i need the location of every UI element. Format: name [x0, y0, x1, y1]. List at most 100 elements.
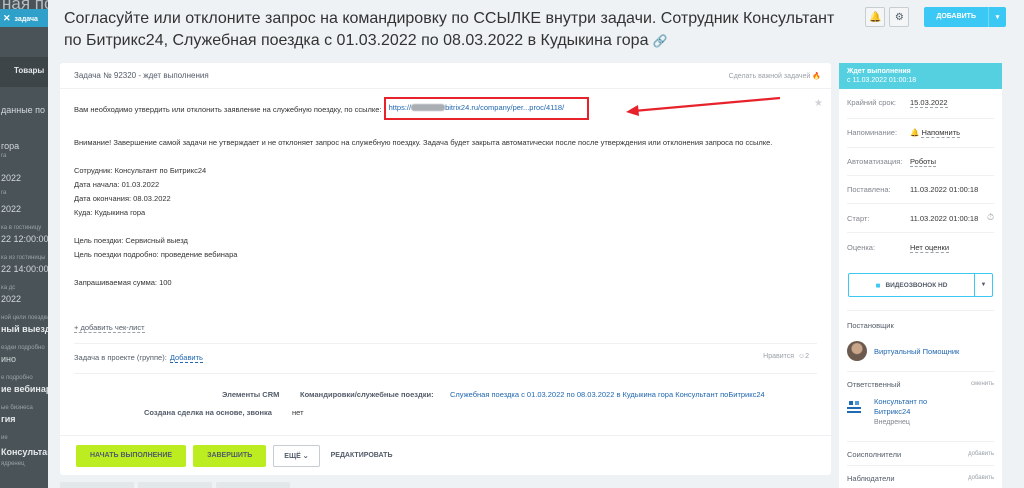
- background-row: Консультант п: [1, 447, 48, 457]
- background-row: ra: [1, 190, 7, 196]
- clock-icon[interactable]: ⏱: [987, 212, 994, 223]
- finish-button[interactable]: ЗАВЕРШИТЬ: [193, 444, 267, 467]
- responsible-title: Ответственный: [847, 380, 901, 389]
- reminder-link: Напомнить: [921, 128, 961, 138]
- make-important-link[interactable]: Сделать важной задачей 🔥: [729, 72, 821, 80]
- responsible-name-line2: Битрикс24: [874, 407, 911, 416]
- background-row: 2022: [1, 204, 22, 214]
- task-footer: НАЧАТЬ ВЫПОЛНЕНИЕ ЗАВЕРШИТЬ ЕЩЁ ⌄ РЕДАКТ…: [60, 435, 831, 475]
- background-row: ино: [1, 354, 17, 364]
- task-header: Задача № 92320 - ждет выполнения Сделать…: [60, 63, 831, 89]
- likes-count: 2: [805, 353, 809, 360]
- add-checklist[interactable]: + добавить чек-лист: [74, 323, 145, 333]
- close-slider-tab[interactable]: ✕ задача: [0, 9, 48, 27]
- automation-value[interactable]: Роботы: [910, 157, 936, 167]
- reminder-value[interactable]: 🔔 Напомнить: [910, 128, 961, 138]
- background-row: ной цели поездки: [1, 315, 48, 321]
- page-title: Согласуйте или отклоните запрос на коман…: [64, 8, 844, 52]
- background-row: ка дс: [1, 285, 16, 291]
- background-row: е подробно: [1, 375, 33, 381]
- observers-title: Наблюдатели: [847, 474, 895, 483]
- observers-add-link[interactable]: добавить: [968, 475, 994, 481]
- start-button[interactable]: НАЧАТЬ ВЫПОЛНЕНИЕ: [76, 444, 187, 467]
- trips-label: Командировки/служебные поездки:: [300, 390, 434, 399]
- reminder-label: Напоминание:: [847, 128, 898, 137]
- tab[interactable]: [216, 482, 290, 488]
- add-button-label: ДОБАВИТЬ: [936, 13, 976, 20]
- background-row: ые бизнеса: [1, 405, 33, 411]
- bell-icon: 🔔: [910, 128, 920, 137]
- background-panel: ная пов ✕задача Товары данные по кraгора…: [0, 0, 48, 488]
- goal-line: Цель поездки: Сервисный выезд: [74, 236, 188, 245]
- goal-detail-line: Цель поездки подробно: проведение вебина…: [74, 250, 238, 259]
- responsible-name[interactable]: Консультант по Битрикс24 Внедренец: [874, 397, 927, 428]
- task-sidebar: Ждет выполнения с 11.03.2022 01:00:18 Кр…: [839, 63, 1002, 488]
- chevron-down-icon[interactable]: ▼: [974, 274, 992, 296]
- likes-label: Нравится: [763, 353, 795, 360]
- close-tab-label: задача: [14, 16, 38, 23]
- link-suffix: bitrix24.ru/company/per...proc/4118/: [445, 103, 565, 112]
- divider: [74, 343, 817, 344]
- background-row: 22 14:00:00: [1, 264, 48, 274]
- responsible-change-link[interactable]: сменить: [971, 381, 994, 387]
- highlight-box: https:// bitrix24.ru/company/per...proc/4…: [383, 97, 590, 120]
- deadline-row: Крайний срок: 15.03.2022: [847, 98, 994, 112]
- add-button[interactable]: ДОБАВИТЬ ▾: [924, 7, 1006, 27]
- flame-icon: 🔥: [812, 73, 821, 80]
- more-label: ЕЩЁ: [284, 452, 301, 460]
- automation-label: Автоматизация:: [847, 157, 903, 166]
- status-bar: Ждет выполнения с 11.03.2022 01:00:18: [839, 63, 1002, 89]
- creator[interactable]: Виртуальный Помощник: [847, 341, 994, 363]
- employee-line: Сотрудник: Консультант по Битрикс24: [74, 166, 207, 175]
- creator-title: Постановщик: [847, 321, 894, 330]
- video-call-label: ВИДЕОЗВОНОК HD: [885, 281, 948, 289]
- background-row: данные по к: [1, 105, 48, 115]
- amount-line: Запрашиваемая сумма: 100: [74, 278, 172, 287]
- video-call-button[interactable]: ■ ВИДЕОЗВОНОК HD ▼: [848, 273, 993, 297]
- tab[interactable]: [138, 482, 212, 488]
- copy-link-icon[interactable]: 🔗: [652, 34, 667, 48]
- start-date-line: Дата начала: 01.03.2022: [74, 180, 160, 189]
- start-label: Старт:: [847, 214, 870, 223]
- chevron-down-icon[interactable]: ▾: [988, 7, 1006, 27]
- background-row: ядренец: [1, 461, 25, 467]
- red-arrow-annotation: [626, 96, 781, 116]
- background-row: ra: [1, 153, 7, 159]
- deadline-value[interactable]: 15.03.2022: [910, 98, 948, 108]
- creator-name[interactable]: Виртуальный Помощник: [874, 347, 959, 357]
- trips-link[interactable]: Служебная поездка с 01.03.2022 по 08.03.…: [450, 390, 765, 399]
- approval-link[interactable]: https:// bitrix24.ru/company/per...proc/4…: [389, 103, 565, 112]
- bell-icon[interactable]: 🔔: [865, 7, 886, 27]
- created-value: 11.03.2022 01:00:18: [910, 185, 979, 194]
- responsible[interactable]: Консультант по Битрикс24 Внедренец: [847, 397, 994, 433]
- edit-button[interactable]: РЕДАКТИРОВАТЬ: [327, 452, 397, 459]
- header-actions: 🔔 ⚙ ДОБАВИТЬ ▾: [865, 7, 1006, 27]
- approve-text: Вам необходимо утвердить или отклонить з…: [74, 105, 382, 114]
- likes[interactable]: Нравится ☺2: [763, 353, 809, 360]
- status-since: с 11.03.2022 01:00:18: [847, 77, 917, 84]
- link-prefix: https://: [388, 103, 412, 112]
- tab[interactable]: [60, 482, 134, 488]
- chevron-down-icon: ⌄: [302, 452, 309, 460]
- close-icon: ✕: [3, 13, 11, 23]
- background-row: ка в гостиницу: [1, 225, 42, 231]
- project-add-link[interactable]: Добавить: [169, 353, 203, 363]
- background-row: 2022: [1, 173, 22, 183]
- background-row: ный выезд: [1, 324, 48, 334]
- task-card: Задача № 92320 - ждет выполнения Сделать…: [60, 63, 831, 475]
- start-value: 11.03.2022 01:00:18: [910, 214, 979, 223]
- task-number-status: Задача № 92320 - ждет выполнения: [74, 71, 209, 80]
- video-camera-icon: ■: [875, 280, 881, 290]
- rating-label: Оценка:: [847, 243, 876, 252]
- coexecutors-add-link[interactable]: добавить: [968, 451, 994, 457]
- page-title-text: Согласуйте или отклоните запрос на коман…: [64, 10, 835, 49]
- star-icon[interactable]: ★: [814, 98, 823, 109]
- more-button[interactable]: ЕЩЁ ⌄: [273, 444, 320, 467]
- end-date-line: Дата окончания: 08.03.2022: [74, 194, 171, 203]
- warning-text: Внимание! Завершение самой задачи не утв…: [74, 138, 773, 147]
- crm-label: Элементы CRM: [222, 390, 280, 399]
- gear-icon[interactable]: ⚙: [889, 7, 910, 27]
- rating-value[interactable]: Нет оценки: [910, 243, 950, 253]
- background-goods-tab[interactable]: Товары: [0, 57, 48, 87]
- background-row: 2022: [1, 294, 22, 304]
